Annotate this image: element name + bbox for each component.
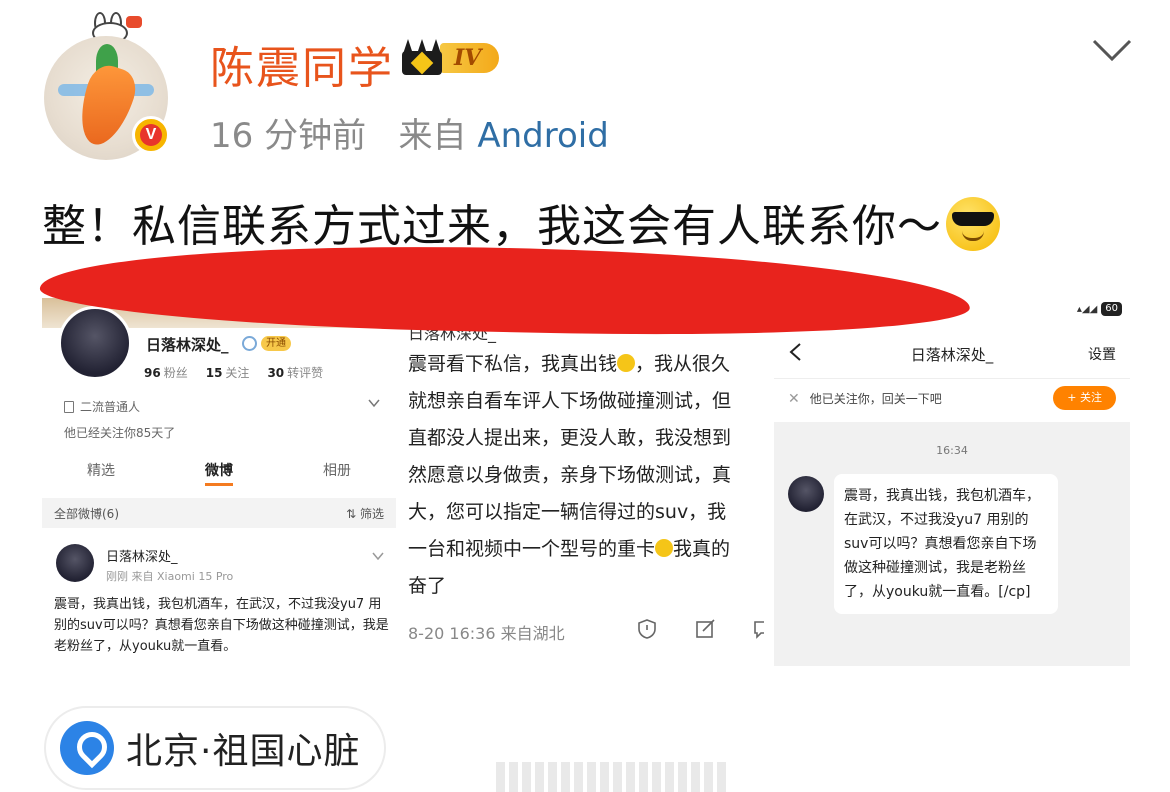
battery-indicator: 60 <box>1101 302 1122 316</box>
post-line: 奋了 <box>408 575 447 597</box>
close-icon: ✕ <box>788 390 800 407</box>
follow-button: + 关注 <box>1053 386 1116 410</box>
verified-badge-icon: V <box>132 116 170 154</box>
mini-post-text: 震哥，我真出钱，我包机酒车，在武汉，不过我没yu7 用别的suv可以吗？真想看您… <box>54 597 389 654</box>
post-line: 我真的 <box>673 538 731 560</box>
tab-album: 相册 <box>323 463 351 479</box>
post-line: 直都没人提出来，更没人敢，我没想到 <box>408 427 732 449</box>
tab-featured: 精选 <box>87 463 115 479</box>
filter-text: 筛选 <box>359 506 384 521</box>
fans-label: 粉丝 <box>163 366 188 380</box>
username[interactable]: 陈震同学 <box>210 32 394 96</box>
all-weibo-label: 全部微博(6) <box>54 506 119 521</box>
source-link[interactable]: Android <box>477 116 608 156</box>
laugh-emoji-icon <box>655 539 674 557</box>
post-line: 一台和视频中一个型号的重卡 <box>408 538 656 560</box>
likes-label: 转评赞 <box>287 366 324 380</box>
chat-title: 日落林深处_ <box>910 346 994 364</box>
following-count: 15 <box>205 366 223 380</box>
comment-icon <box>754 621 764 639</box>
crown-icon <box>400 39 444 77</box>
profile-stats: 96 粉丝 15 关注 30 转评赞 <box>144 364 323 381</box>
screenshot-post-panel[interactable]: 日落林深处_ 震哥看下私信，我真出钱 ，我从很久 就想亲自看车评人下场做碰撞测试，… <box>398 312 764 676</box>
post-text-content: 整！私信联系方式过来，我这会有人联系你～ <box>42 201 942 252</box>
profile-nickname: 日落林深处_ <box>146 336 229 354</box>
mini-post-meta: 刚刚 来自 Xiaomi 15 Pro <box>106 570 234 583</box>
status-bar: ▴◢◢ 60 <box>1077 302 1122 316</box>
watermark-dots <box>496 762 726 792</box>
avatar <box>58 306 132 380</box>
chat-time: 16:34 <box>936 444 968 457</box>
open-badge: 开通 <box>261 336 291 351</box>
following-label: 关注 <box>225 366 250 380</box>
profile-badges: 开通 <box>242 336 291 351</box>
likes-count: 30 <box>267 366 285 380</box>
mini-post-name: 日落林深处_ <box>106 550 178 565</box>
post-line: 就想亲自看车评人下场做碰撞测试，但 <box>408 390 732 412</box>
post-line: 震哥看下私信，我真出钱 <box>408 353 618 375</box>
chevron-down-icon[interactable] <box>1092 38 1132 62</box>
signal-icon: ▴◢◢ <box>1076 303 1098 315</box>
chevron-down-icon <box>372 552 384 560</box>
post-meta: 8-20 16:36 来自湖北 <box>408 624 565 643</box>
shield-icon <box>638 619 656 639</box>
post-actions <box>636 618 764 640</box>
follow-days: 他已经关注你85天了 <box>64 426 176 440</box>
vip-level: IV <box>440 43 500 73</box>
chat-message: 震哥，我真出钱，我包机酒车，在武汉，不过我没yu7 用别的suv可以吗？真想看您… <box>834 474 1058 614</box>
post-line: 大，您可以指定一辆信得过的suv，我 <box>408 501 727 523</box>
vip-badge[interactable]: IV <box>400 38 500 78</box>
edit-icon <box>696 619 715 638</box>
post-line: ，我从很久 <box>635 353 731 375</box>
document-icon <box>64 400 74 413</box>
chevron-down-icon <box>368 399 380 408</box>
profile-tabs: 精选 微博 相册 <box>42 460 396 486</box>
all-weibo-bar: 全部微博(6) ⇅ 筛选 <box>42 498 396 528</box>
post-body: 震哥看下私信，我真出钱 ，我从很久 就想亲自看车评人下场做碰撞测试，但 直都没人提… <box>408 346 764 605</box>
screenshot-profile-panel[interactable]: 日落林深处_ 开通 96 粉丝 15 关注 30 转评赞 二流普通人 他已经关注你85… <box>42 298 396 676</box>
source-prefix: 来自 <box>398 116 467 156</box>
tab-weibo: 微博 <box>205 460 233 486</box>
chat-settings: 设置 <box>1088 347 1116 363</box>
location-pin-icon <box>60 721 114 775</box>
user-avatar-container[interactable]: V <box>40 12 170 160</box>
post-meta: 16 分钟前 来自 Android <box>210 108 609 157</box>
screenshot-chat-panel[interactable]: ▴◢◢ 60 日落林深处_ 设置 ✕ 他已关注你，回关一下吧 + 关注 16:3… <box>774 296 1130 666</box>
avatar <box>56 544 94 582</box>
post-time: 16 分钟前 <box>210 116 367 156</box>
cool-sunglasses-emoji-icon <box>946 197 1000 251</box>
notice-text: 他已关注你，回关一下吧 <box>809 392 942 406</box>
location-chip[interactable]: 北京·祖国心脏 <box>44 706 387 790</box>
post-line: 然愿意以身做责，亲身下场做测试，真 <box>408 464 732 486</box>
post-text: 整！私信联系方式过来，我这会有人联系你～ <box>42 190 1000 254</box>
verify-ring-icon <box>242 336 257 351</box>
fans-count: 96 <box>144 366 161 380</box>
profile-tag-text: 二流普通人 <box>80 400 141 414</box>
avatar <box>788 476 824 512</box>
location-text: 北京·祖国心脏 <box>126 731 361 772</box>
laugh-emoji-icon <box>617 354 636 372</box>
filter-label: ⇅ 筛选 <box>346 506 384 521</box>
profile-tag: 二流普通人 <box>64 398 140 415</box>
